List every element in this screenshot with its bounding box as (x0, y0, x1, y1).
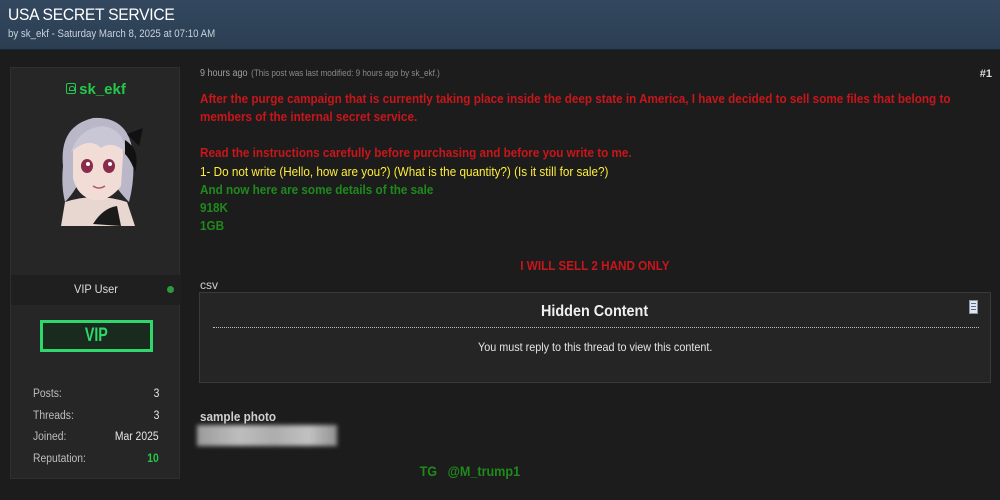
post-body: After the purge campaign that is current… (200, 90, 990, 235)
post-time[interactable]: 9 hours ago (200, 68, 248, 79)
stat-label: Posts: (33, 388, 62, 400)
thread-meta: by sk_ekf - Saturday March 8, 2025 at 07… (8, 28, 216, 40)
csv-label: csv (200, 278, 218, 292)
user-status-icon (66, 83, 77, 94)
post-number[interactable]: #1 (980, 68, 992, 80)
stat-label: Reputation: (33, 452, 86, 465)
stat-value[interactable]: 10 (147, 453, 159, 465)
vip-badge-text: VIP (85, 325, 108, 346)
stat-label: Threads: (33, 409, 74, 422)
sell-note: I WILL SELL 2 HAND ONLY (200, 258, 990, 273)
author-sidebar: sk_ekf VIP User VIP Posts: 3 Threads: 3 (10, 67, 181, 479)
blurred-sample-image[interactable] (197, 425, 337, 446)
sample-photo-label: sample photo (200, 409, 277, 424)
post-modified: (This post was last modified: 9 hours ag… (251, 68, 440, 78)
avatar[interactable] (43, 106, 149, 226)
stat-reputation: Reputation: 10 (33, 453, 159, 475)
stat-threads: Threads: 3 (33, 410, 159, 432)
role-bar: VIP User (11, 275, 181, 305)
stat-value[interactable]: 3 (153, 388, 159, 400)
author-username[interactable]: sk_ekf (11, 81, 181, 98)
hidden-content-title: Hidden Content (200, 303, 990, 321)
post-line: 918K (200, 200, 228, 216)
stat-value: Mar 2025 (115, 431, 159, 443)
post-line: Read the instructions carefully before p… (200, 145, 632, 161)
hidden-content-box: Hidden Content You must reply to this th… (199, 292, 991, 383)
hidden-content-title-text: Hidden Content (541, 303, 649, 320)
hidden-content-divider (213, 327, 979, 328)
stat-value[interactable]: 3 (153, 410, 159, 422)
telegram-contact-text: TG @M_trump1 (419, 463, 521, 479)
author-username-text[interactable]: sk_ekf (79, 81, 126, 98)
post-line: 1- Do not write (Hello, how are you?) (W… (200, 163, 609, 179)
thread-header: USA SECRET SERVICE by sk_ekf - Saturday … (0, 0, 1000, 50)
thread-title: USA SECRET SERVICE (8, 5, 175, 24)
vip-badge: VIP (40, 320, 153, 352)
sell-note-text: I WILL SELL 2 HAND ONLY (520, 258, 670, 273)
user-role: VIP User (74, 282, 118, 296)
stat-posts: Posts: 3 (33, 388, 159, 410)
post-line: And now here are some details of the sal… (200, 181, 434, 197)
hidden-content-message-text: You must reply to this thread to view th… (477, 340, 713, 354)
post-spacer (200, 126, 990, 144)
hidden-content-message: You must reply to this thread to view th… (200, 340, 990, 354)
author-stats: Posts: 3 Threads: 3 Joined: Mar 2025 Rep… (33, 388, 159, 474)
stat-label: Joined: (33, 431, 67, 443)
post-line: After the purge campaign that is current… (200, 91, 951, 106)
post-line: 1GB (200, 218, 225, 234)
spoiler-icon[interactable] (969, 300, 978, 314)
stat-joined: Joined: Mar 2025 (33, 431, 159, 453)
telegram-contact: TG @M_trump1 (200, 463, 740, 479)
post-meta: 9 hours ago (This post was last modified:… (200, 68, 440, 79)
post-line: members of the internal secret service. (200, 109, 418, 125)
online-dot (167, 286, 174, 293)
